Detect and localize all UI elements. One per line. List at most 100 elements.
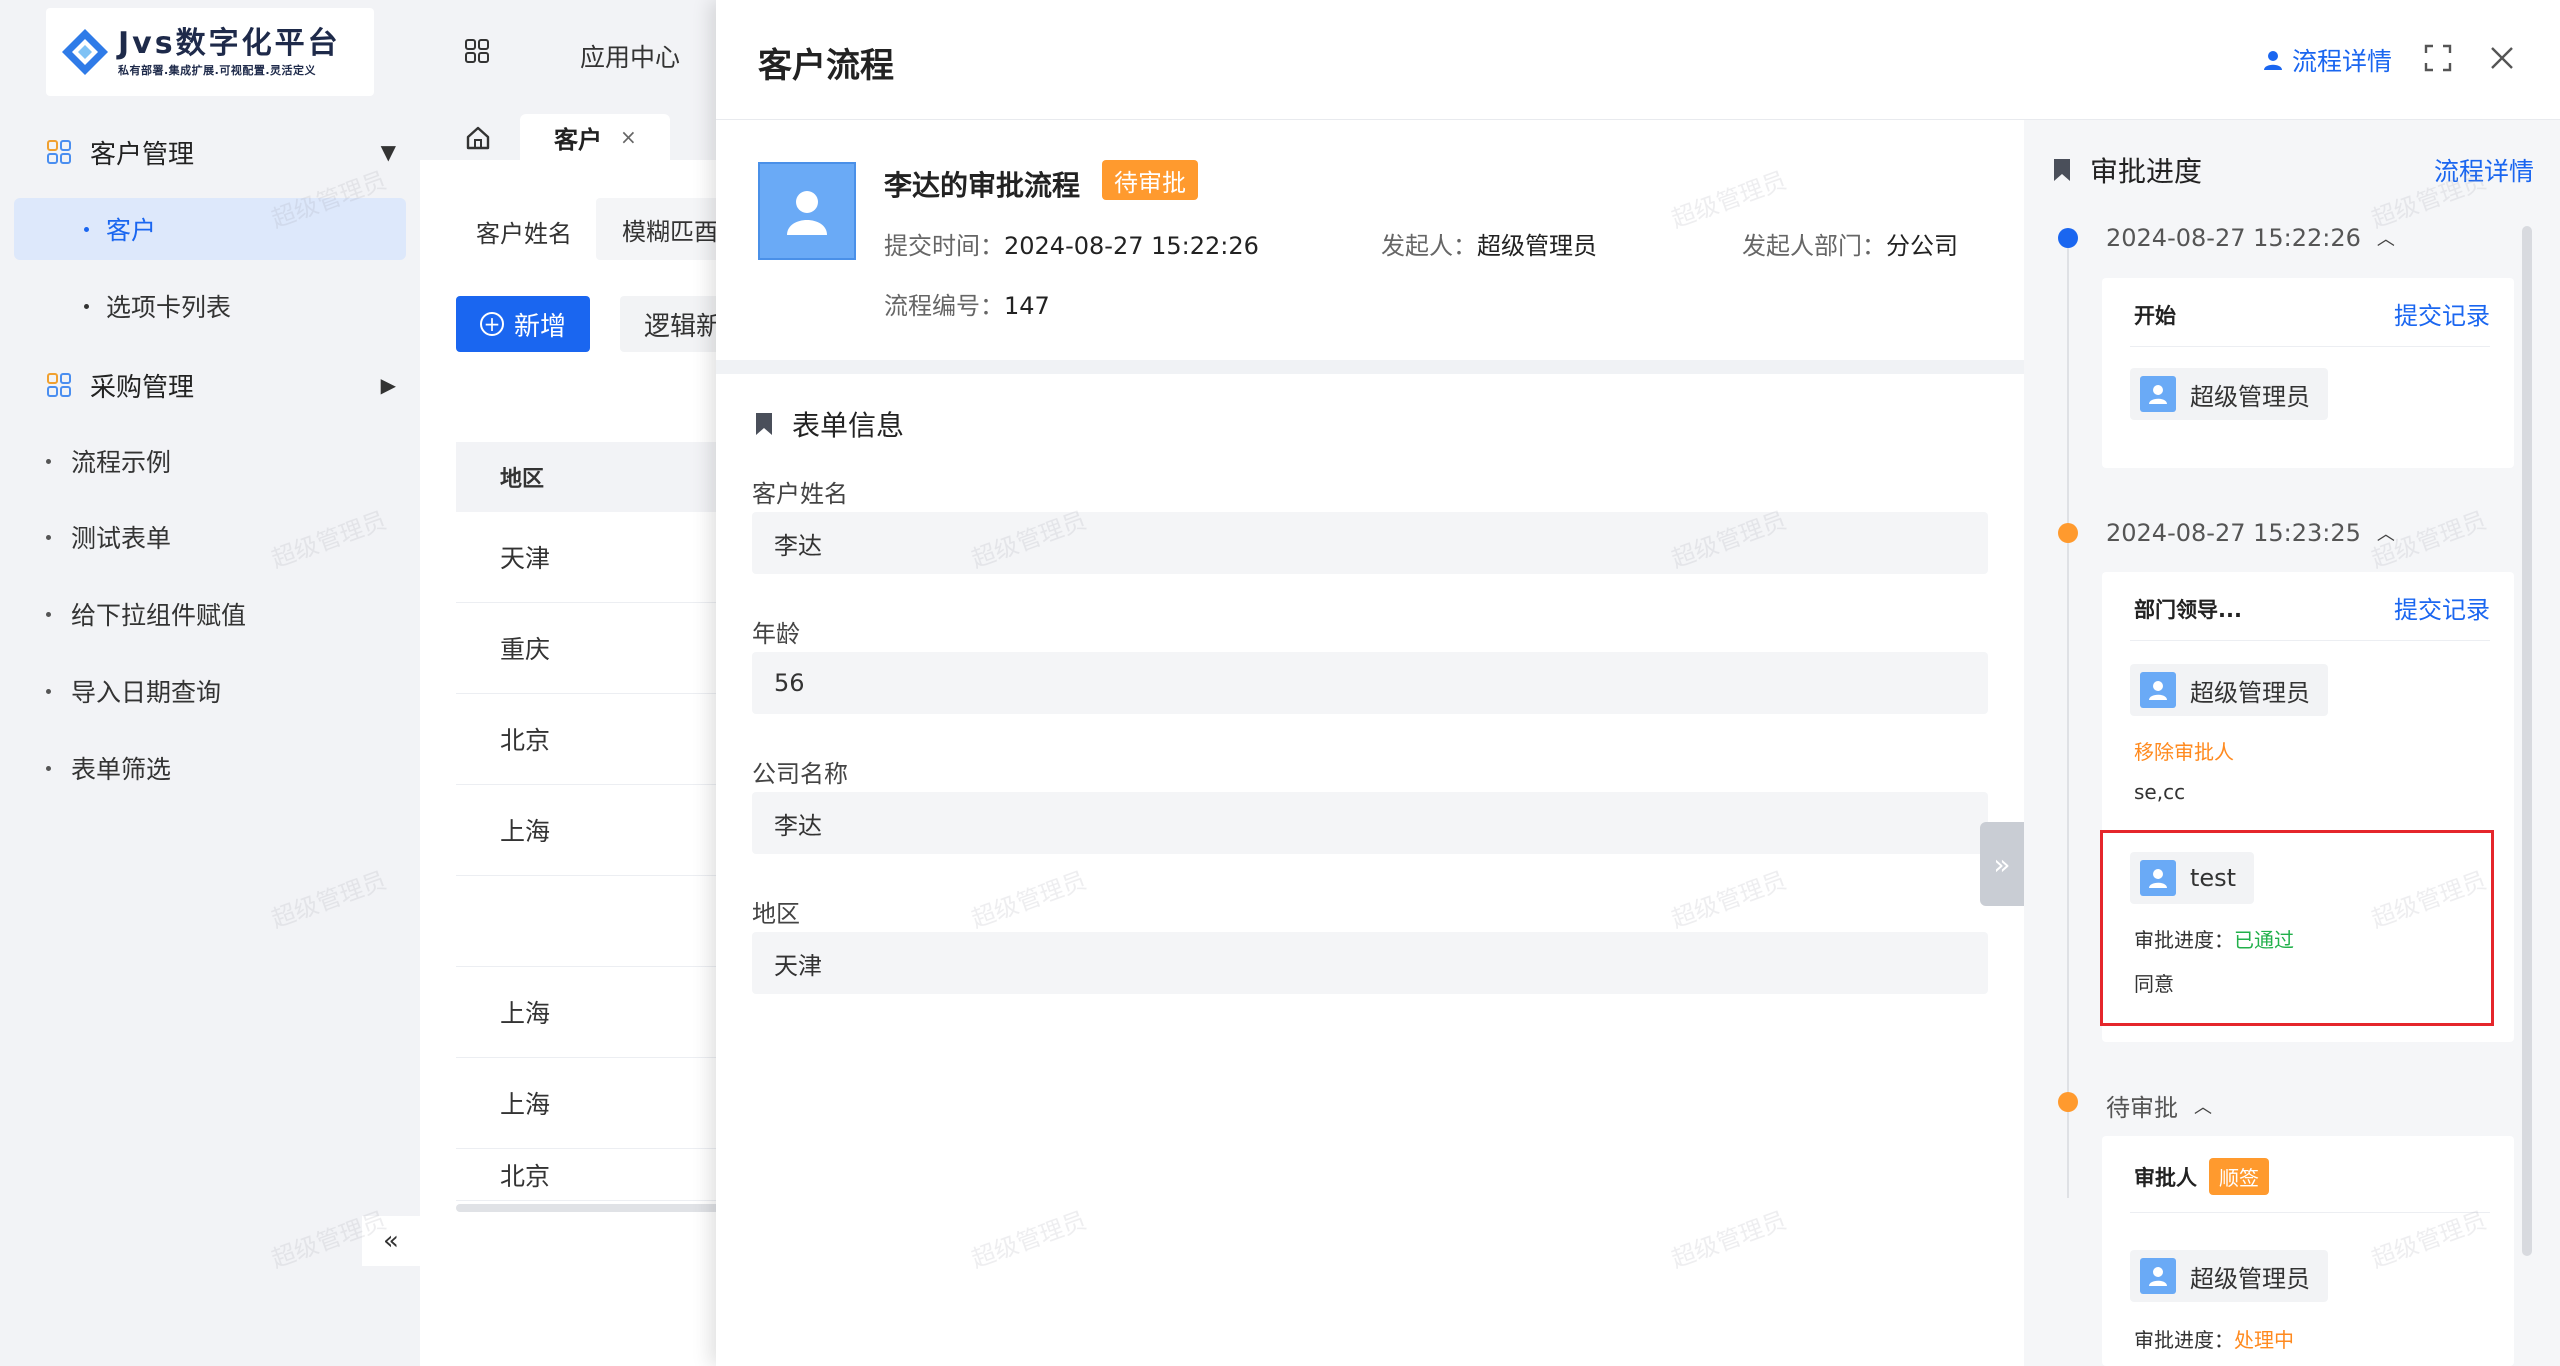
node-time-label: 待审批 <box>2106 1094 2178 1122</box>
node-title: 部门领导... <box>2134 598 2242 622</box>
approver-name: 超级管理员 <box>2190 678 2310 707</box>
timeline-dot <box>2058 523 2078 543</box>
sidebar-item-label: 流程示例 <box>71 448 172 477</box>
flow-name: 李达的审批流程 <box>884 169 1081 202</box>
sidebar-item-form-filter[interactable]: 表单筛选 <box>46 741 171 795</box>
approval-progress-panel: 审批进度 流程详情 2024-08-27 15:22:26 ︿ 开始 提交记录 … <box>2024 120 2560 1366</box>
sidebar-item-import-date[interactable]: 导入日期查询 <box>46 664 221 718</box>
node-title: 审批人 顺签 <box>2134 1158 2269 1195</box>
divider <box>2130 346 2490 347</box>
home-icon[interactable] <box>460 120 496 156</box>
age-field[interactable]: 56 <box>752 652 1988 714</box>
menu-group-customer[interactable]: 客户管理 ▼ <box>46 125 396 179</box>
apps-icon[interactable] <box>464 38 490 64</box>
drawer-title: 客户流程 <box>758 46 894 86</box>
node-time-label: 2024-08-27 15:23:25 <box>2106 519 2361 547</box>
sidebar: Jvs数字化平台 私有部署.集成扩展.可视配置.灵活定义 客户管理 ▼ 客户 选… <box>0 0 420 1366</box>
progress-title: 审批进度 <box>2052 150 2202 190</box>
collapse-sidebar-button[interactable]: « <box>362 1216 420 1266</box>
removed-approvers: se,cc <box>2134 780 2186 804</box>
user-avatar-icon <box>2140 672 2176 708</box>
form-card: 表单信息 客户姓名 李达 年龄 56 公司名称 李达 地区 天津 <box>716 374 2024 1366</box>
node-title-label: 审批人 <box>2134 1166 2197 1190</box>
remove-approver-label[interactable]: 移除审批人 <box>2134 736 2234 765</box>
sidebar-item-label: 测试表单 <box>71 524 172 553</box>
user-avatar-icon <box>2140 376 2176 412</box>
bookmark-icon <box>2054 159 2070 181</box>
sidebar-item-flow-example[interactable]: 流程示例 <box>46 434 171 488</box>
timeline-node-time[interactable]: 2024-08-27 15:22:26 ︿ <box>2106 224 2395 252</box>
menu-group-label: 客户管理 <box>90 139 195 170</box>
sidebar-item-label: 表单筛选 <box>71 755 172 784</box>
app-center-link[interactable]: 应用中心 <box>580 38 680 74</box>
sign-type-badge: 顺签 <box>2209 1158 2269 1195</box>
summary-card: 李达的审批流程 待审批 提交时间：2024-08-27 15:22:26 发起人… <box>716 120 2024 360</box>
logo-mark-icon <box>56 23 114 81</box>
timeline-node-time[interactable]: 待审批 ︿ <box>2106 1088 2212 1123</box>
form-section-title: 表单信息 <box>754 404 904 444</box>
drawer-header: 客户流程 流程详情 <box>716 0 2560 120</box>
timeline-dot <box>2058 228 2078 248</box>
tab-label: 客户 <box>554 125 602 154</box>
sidebar-item-label: 选项卡列表 <box>106 293 232 322</box>
field-label: 地区 <box>752 900 800 928</box>
menu-group-label: 采购管理 <box>90 372 195 403</box>
avatar <box>758 162 856 260</box>
close-icon[interactable]: × <box>620 125 637 149</box>
sidebar-item-label: 导入日期查询 <box>71 678 222 707</box>
flow-detail-link[interactable]: 流程详情 <box>2434 152 2534 188</box>
close-icon[interactable] <box>2488 44 2516 72</box>
bullet-icon <box>46 765 51 771</box>
form-title-label: 表单信息 <box>792 409 905 442</box>
sidebar-item-dropdown-assign[interactable]: 给下拉组件赋值 <box>46 587 246 641</box>
timeline-dot <box>2058 1092 2078 1112</box>
add-button-label: 新增 <box>513 311 566 342</box>
chevron-up-icon: ︿ <box>2376 229 2395 250</box>
node-title: 开始 <box>2134 304 2176 328</box>
flow-number: 流程编号：147 <box>884 286 1050 321</box>
user-avatar-icon <box>2140 1258 2176 1294</box>
bullet-icon <box>84 226 89 232</box>
bullet-icon <box>46 458 51 464</box>
dept-label: 发起人部门： <box>1742 232 1886 260</box>
submit-record-link[interactable]: 提交记录 <box>2394 296 2490 331</box>
approval-status: 审批进度：处理中 <box>2134 1324 2294 1353</box>
company-name-field[interactable]: 李达 <box>752 792 1988 854</box>
region-field[interactable]: 天津 <box>752 932 1988 994</box>
customer-name-field[interactable]: 李达 <box>752 512 1988 574</box>
initiator-dept: 发起人部门：分公司 <box>1742 226 1958 261</box>
search-label: 客户姓名 <box>476 220 572 248</box>
fullscreen-icon[interactable] <box>2424 44 2452 72</box>
submit-time: 提交时间：2024-08-27 15:22:26 <box>884 226 1259 261</box>
approver-name: 超级管理员 <box>2190 1264 2310 1293</box>
submit-record-link[interactable]: 提交记录 <box>2394 590 2490 625</box>
sidebar-item-customer[interactable]: 客户 <box>14 198 406 260</box>
menu-group-purchase[interactable]: 采购管理 ▶ <box>46 358 396 412</box>
flow-drawer: 客户流程 流程详情 李达的审批流程 待审批 提交时间：2024-08-27 15… <box>716 0 2560 1366</box>
sidebar-item-test-form[interactable]: 测试表单 <box>46 510 171 564</box>
node-time-label: 2024-08-27 15:22:26 <box>2106 224 2361 252</box>
logo[interactable]: Jvs数字化平台 私有部署.集成扩展.可视配置.灵活定义 <box>46 8 374 96</box>
timeline-node-time[interactable]: 2024-08-27 15:23:25 ︿ <box>2106 519 2395 547</box>
sidebar-item-label: 给下拉组件赋值 <box>71 601 247 630</box>
timeline-card: 开始 提交记录 超级管理员 <box>2102 278 2514 468</box>
apps-grid-icon <box>47 140 71 164</box>
divider <box>2130 640 2490 641</box>
add-button[interactable]: + 新增 <box>456 296 590 352</box>
approver-chip: 超级管理员 <box>2130 368 2328 420</box>
chevron-up-icon: ︿ <box>2194 1096 2212 1118</box>
progress-title-label: 审批进度 <box>2090 155 2203 188</box>
logo-subtitle: 私有部署.集成扩展.可视配置.灵活定义 <box>118 64 317 77</box>
vertical-scrollbar[interactable] <box>2522 226 2532 1256</box>
initiator-value: 超级管理员 <box>1477 232 1597 260</box>
tab-customer[interactable]: 客户 × <box>520 114 670 160</box>
flow-number-label: 流程编号： <box>884 292 1004 320</box>
caret-down-icon: ▼ <box>380 140 396 164</box>
flow-detail-link[interactable]: 流程详情 <box>2262 42 2392 78</box>
user-avatar-icon <box>787 191 827 235</box>
submit-time-value: 2024-08-27 15:22:26 <box>1004 232 1259 260</box>
sidebar-item-tab-list[interactable]: 选项卡列表 <box>14 275 406 337</box>
apps-grid-icon <box>47 373 71 397</box>
expand-panel-handle[interactable]: » <box>1980 822 2024 906</box>
field-label: 客户姓名 <box>752 480 848 508</box>
